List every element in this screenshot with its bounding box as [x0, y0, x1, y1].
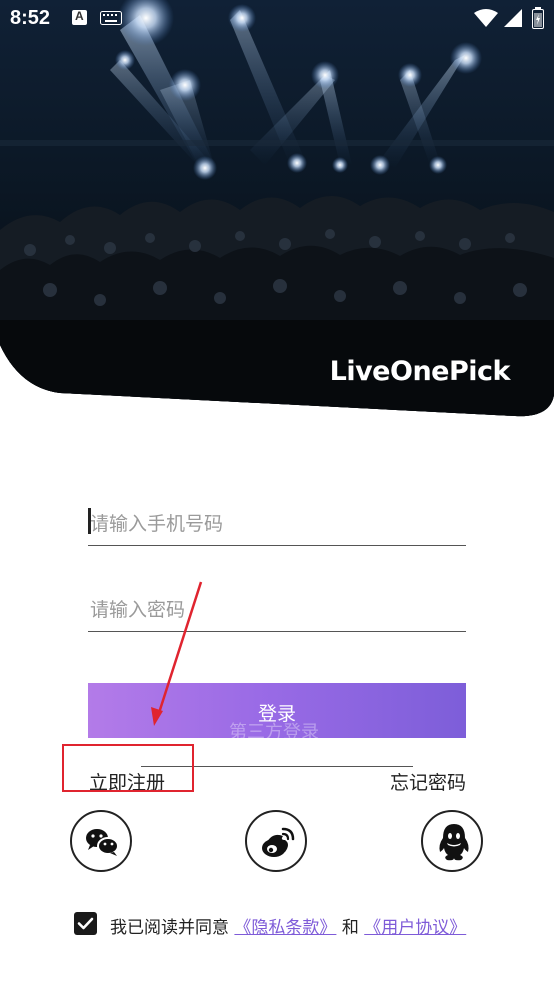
agreement-conjunction: 和 [341, 918, 359, 938]
third-party-login-label: 第三方登录 [229, 722, 319, 743]
keyboard-icon [100, 11, 122, 25]
battery-icon [532, 7, 544, 29]
user-agreement-link[interactable]: 《用户协议》 [364, 918, 466, 938]
status-time: 8:52 [10, 7, 51, 29]
signal-icon [504, 9, 522, 27]
weibo-icon [262, 827, 295, 857]
phone-input[interactable] [88, 506, 466, 542]
forgot-password-link[interactable]: 忘记密码 [390, 768, 466, 795]
phone-field[interactable] [88, 506, 466, 546]
qq-icon [439, 824, 469, 861]
agreement-checkbox[interactable] [74, 912, 97, 935]
wechat-icon [86, 829, 119, 856]
hero-banner: LiveOnePick [0, 0, 554, 420]
agreement-prefix: 我已阅读并同意 [110, 918, 229, 938]
privacy-policy-link[interactable]: 《隐私条款》 [234, 918, 336, 938]
wifi-icon [474, 9, 498, 27]
text-cursor [88, 508, 91, 534]
wechat-login-button[interactable] [70, 810, 132, 872]
notification-badge-text: A [75, 9, 84, 23]
weibo-login-button[interactable] [245, 810, 307, 872]
app-notification-icon: A [72, 9, 87, 25]
password-field[interactable] [88, 592, 466, 632]
qq-login-button[interactable] [421, 810, 483, 872]
checkmark-icon [77, 917, 94, 930]
status-bar: 8:52 A [0, 0, 554, 38]
annotation-highlight-box [62, 744, 194, 792]
brand-logo: LiveOnePick [329, 356, 511, 387]
password-input[interactable] [88, 592, 466, 628]
